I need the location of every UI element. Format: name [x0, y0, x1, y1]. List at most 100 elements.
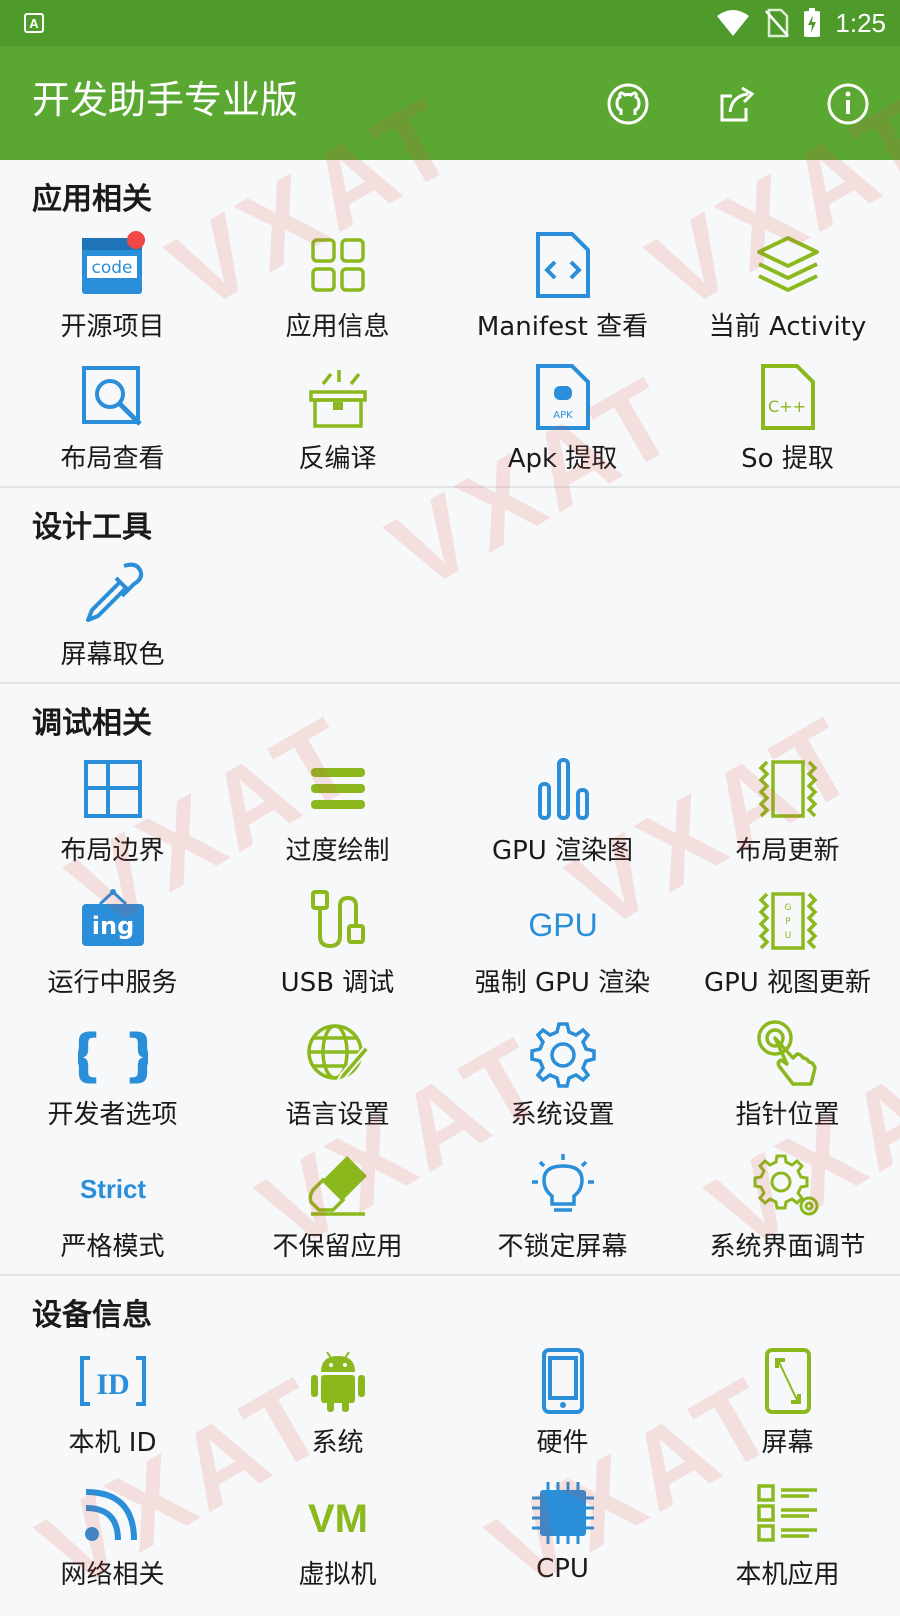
gpu-text-icon: GPU: [528, 907, 597, 943]
item-pointer-location[interactable]: 指针位置: [675, 1010, 900, 1142]
item-label: USB 调试: [280, 968, 395, 998]
section-design: 设计工具 屏幕取色: [0, 488, 900, 684]
section-device: 设备信息 ID 本机 ID 系统 硬件 屏幕 网络相关 VM 虚拟机 CPU 本…: [0, 1276, 900, 1602]
item-stay-awake[interactable]: 不锁定屏幕: [450, 1142, 675, 1274]
item-label: 网络相关: [60, 1560, 165, 1590]
item-label: 过度绘制: [285, 836, 390, 866]
item-label: Manifest 查看: [476, 312, 649, 342]
item-label: CPU: [536, 1554, 589, 1584]
github-icon[interactable]: [606, 82, 650, 126]
item-label: 不保留应用: [272, 1232, 403, 1262]
item-label: 当前 Activity: [708, 312, 867, 342]
item-label: 开源项目: [60, 312, 165, 342]
item-installed-apps[interactable]: 本机应用: [675, 1470, 900, 1602]
info-icon[interactable]: [826, 82, 870, 126]
svg-text:GPU: GPU: [528, 907, 597, 943]
eraser-icon: [308, 1156, 367, 1216]
item-running-services[interactable]: ing 运行中服务: [0, 878, 225, 1010]
item-label: 不锁定屏幕: [497, 1232, 628, 1262]
item-label: 语言设置: [285, 1100, 390, 1130]
item-gpu-profile[interactable]: GPU 渲染图: [450, 746, 675, 878]
item-label: 开发者选项: [47, 1100, 178, 1130]
item-overdraw[interactable]: 过度绘制: [225, 746, 450, 878]
item-screen[interactable]: 屏幕: [675, 1338, 900, 1470]
item-label: 本机应用: [735, 1560, 840, 1590]
item-hardware[interactable]: 硬件: [450, 1338, 675, 1470]
item-label: 严格模式: [60, 1232, 165, 1262]
strict-icon: Strict: [80, 1174, 146, 1204]
bar-chart-icon: [537, 758, 589, 820]
svg-text:Strict: Strict: [80, 1174, 146, 1204]
item-language[interactable]: 语言设置: [225, 1010, 450, 1142]
item-so-extract[interactable]: C++ So 提取: [675, 354, 900, 486]
item-current-activity[interactable]: 当前 Activity: [675, 222, 900, 354]
wifi-icon: [84, 1489, 137, 1541]
item-developer-options[interactable]: { } 开发者选项: [0, 1010, 225, 1142]
item-dont-keep-activities[interactable]: 不保留应用: [225, 1142, 450, 1274]
item-layout-view[interactable]: 布局查看: [0, 354, 225, 486]
item-system-settings[interactable]: 系统设置: [450, 1010, 675, 1142]
layout-update-icon: [758, 760, 817, 818]
phone-icon: [541, 1348, 584, 1414]
box-icon: [308, 370, 367, 428]
item-color-picker[interactable]: 屏幕取色: [0, 550, 225, 682]
no-sim-icon: [765, 8, 790, 38]
item-usb-debug[interactable]: USB 调试: [225, 878, 450, 1010]
item-label: 屏幕取色: [60, 640, 165, 670]
item-label: 反编译: [298, 444, 377, 474]
item-label: 系统: [311, 1428, 364, 1458]
svg-text:G: G: [784, 903, 791, 913]
id-icon: ID: [79, 1356, 146, 1406]
item-apk-extract[interactable]: APK Apk 提取: [450, 354, 675, 486]
item-decompile[interactable]: 反编译: [225, 354, 450, 486]
item-system[interactable]: 系统: [225, 1338, 450, 1470]
item-label: 布局查看: [60, 444, 165, 474]
svg-text:U: U: [784, 931, 791, 941]
item-network[interactable]: 网络相关: [0, 1470, 225, 1602]
item-label: GPU 渲染图: [491, 836, 634, 866]
touch-icon: [756, 1020, 817, 1086]
layers-icon: [756, 236, 819, 292]
item-label: GPU 视图更新: [703, 968, 872, 998]
item-label: 系统设置: [510, 1100, 615, 1130]
item-label: 应用信息: [285, 312, 390, 342]
item-cpu[interactable]: CPU: [450, 1470, 675, 1602]
item-label: 硬件: [536, 1428, 589, 1458]
share-icon[interactable]: [716, 82, 760, 126]
item-strict-mode[interactable]: Strict 严格模式: [0, 1142, 225, 1274]
overdraw-icon: [310, 768, 365, 809]
svg-text:C++: C++: [768, 397, 806, 416]
battery-icon: [804, 8, 821, 37]
code-icon: code: [81, 231, 145, 294]
item-layout-update[interactable]: 布局更新: [675, 746, 900, 878]
item-force-gpu[interactable]: GPU 强制 GPU 渲染: [450, 878, 675, 1010]
svg-text:ID: ID: [96, 1368, 129, 1401]
item-app-info[interactable]: 应用信息: [225, 222, 450, 354]
app-notification-icon: A: [24, 13, 44, 33]
item-manifest[interactable]: Manifest 查看: [450, 222, 675, 354]
item-device-id[interactable]: ID 本机 ID: [0, 1338, 225, 1470]
item-label: 本机 ID: [68, 1428, 157, 1458]
item-label: 布局边界: [60, 836, 165, 866]
item-vm[interactable]: VM 虚拟机: [225, 1470, 450, 1602]
gear-icon: [529, 1022, 596, 1088]
item-system-ui-tuner[interactable]: 系统界面调节: [675, 1142, 900, 1274]
item-gpu-view-update[interactable]: G P U GPU 视图更新: [675, 878, 900, 1010]
status-time: 1:25: [835, 7, 886, 38]
bulb-icon: [531, 1154, 594, 1212]
gpu-view-icon: G P U: [758, 892, 817, 950]
braces-icon: { }: [78, 1023, 148, 1088]
status-bar: A 1:25: [0, 0, 900, 46]
item-layout-bounds[interactable]: 布局边界: [0, 746, 225, 878]
manifest-icon: [535, 232, 590, 298]
section-title: 调试相关: [32, 706, 152, 741]
item-label: 虚拟机: [298, 1560, 377, 1590]
item-open-source[interactable]: code 开源项目: [0, 222, 225, 354]
svg-text:code: code: [91, 258, 132, 278]
svg-text:P: P: [785, 917, 791, 927]
app-bar: 开发助手专业版: [0, 46, 900, 160]
gears-icon: [753, 1154, 818, 1216]
wifi-status-icon: [717, 10, 750, 36]
cpp-file-icon: C++: [760, 364, 815, 430]
item-label: 强制 GPU 渲染: [474, 968, 651, 998]
